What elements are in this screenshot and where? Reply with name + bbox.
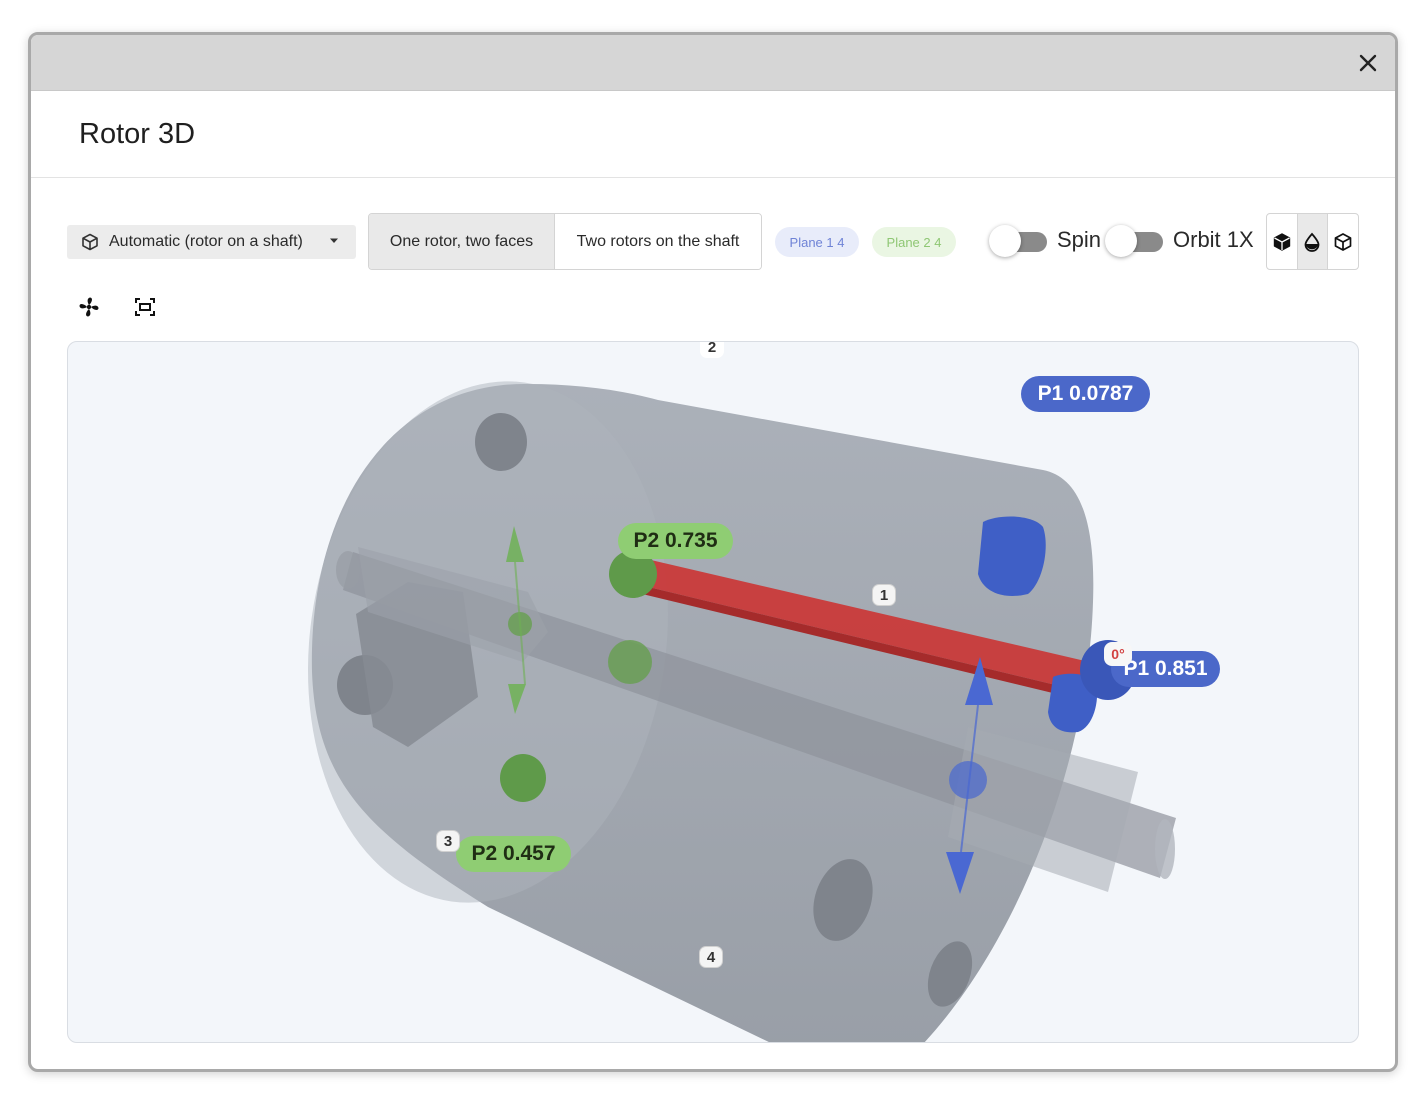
orbit-label: Orbit 1X: [1173, 227, 1254, 252]
page-title: Rotor 3D: [79, 118, 196, 150]
spin-toggle[interactable]: [989, 225, 1047, 257]
p2-bottom-label: P2 0.457: [456, 836, 571, 872]
shaft-end-front: [336, 551, 360, 589]
mode-select[interactable]: Automatic (rotor on a shaft): [67, 225, 356, 259]
drop-half-icon: [1305, 232, 1320, 252]
render-transparent-button[interactable]: [1297, 214, 1328, 269]
angle-badge: 0°: [1104, 642, 1132, 666]
render-wireframe-button[interactable]: [1328, 214, 1358, 269]
segment-one-rotor[interactable]: One rotor, two faces: [369, 214, 555, 269]
3d-viewport[interactable]: P1 0.0787 P2 0.735 P1 0.851 P2 0.457 2 1…: [67, 341, 1359, 1043]
marker-2: 2: [700, 342, 724, 358]
marker-3: 3: [436, 830, 460, 852]
p1-top-label: P1 0.0787: [1021, 376, 1150, 412]
solid-cube-icon: [1273, 232, 1291, 251]
render-mode-group: [1266, 213, 1359, 270]
wireframe-cube-icon: [1334, 232, 1352, 251]
caret-down-icon: [330, 238, 338, 243]
fan-button[interactable]: [75, 293, 103, 321]
orbit-toggle-knob: [1105, 225, 1137, 257]
p2-top-label: P2 0.735: [618, 523, 733, 559]
plane2-weight: [608, 640, 652, 684]
toolbar: Automatic (rotor on a shaft) One rotor, …: [31, 213, 1395, 271]
shaft-end-back: [1155, 819, 1175, 879]
fan-icon: [79, 297, 99, 317]
mode-select-label: Automatic (rotor on a shaft): [109, 233, 303, 250]
frame-icon: [135, 298, 155, 316]
orbit-toggle[interactable]: [1105, 225, 1163, 257]
marker-1: 1: [872, 584, 896, 606]
spin-label: Spin: [1057, 227, 1102, 252]
dialog-header: Rotor 3D: [31, 91, 1395, 178]
plane-1-chip[interactable]: Plane 1 4: [775, 227, 859, 257]
close-icon: [1359, 54, 1377, 72]
title-bar: [31, 35, 1395, 91]
close-button[interactable]: [1355, 50, 1381, 76]
marker-4: 4: [699, 946, 723, 968]
layout-segmented-control: One rotor, two faces Two rotors on the s…: [368, 213, 762, 270]
view-icon-row: [31, 289, 231, 325]
segment-two-rotors[interactable]: Two rotors on the shaft: [555, 214, 761, 269]
fit-view-button[interactable]: [131, 293, 159, 321]
plane1-weight: [978, 516, 1046, 596]
plane-2-chip[interactable]: Plane 2 4: [872, 227, 956, 257]
rotor-3d-dialog: Rotor 3D Automatic (rotor on a shaft) On…: [28, 32, 1398, 1072]
cube-outline-icon: [82, 233, 98, 251]
hole: [475, 413, 527, 471]
spin-toggle-knob: [989, 225, 1021, 257]
rotor-scene: [308, 381, 1176, 1042]
plane2-weight: [500, 754, 546, 802]
render-solid-button[interactable]: [1267, 214, 1297, 269]
